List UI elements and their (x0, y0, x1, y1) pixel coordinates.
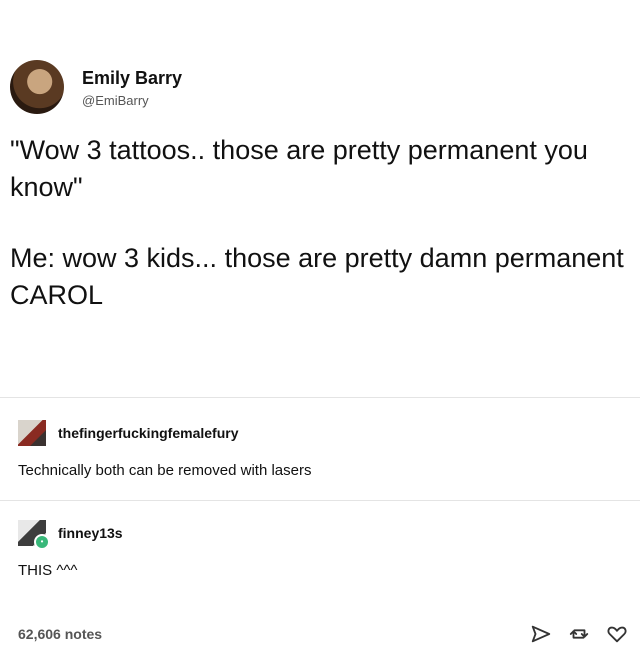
reblog-icon[interactable] (568, 623, 590, 645)
heart-icon[interactable] (606, 623, 628, 645)
notes-count[interactable]: 62,606 notes (18, 626, 102, 642)
avatar[interactable] (10, 60, 64, 114)
reblog-item: thefingerfuckingfemalefury Technically b… (18, 420, 311, 479)
handle[interactable]: @EmiBarry (82, 93, 182, 108)
tweet-text: "Wow 3 tattoos.. those are pretty perman… (10, 132, 635, 314)
tweet-text-line-2: Me: wow 3 kids... those are pretty damn … (10, 243, 624, 310)
reblog-username[interactable]: thefingerfuckingfemalefury (58, 425, 238, 441)
online-badge-icon: • (34, 534, 50, 550)
divider (0, 500, 640, 501)
reblog-body: Technically both can be removed with las… (18, 462, 312, 479)
avatar[interactable] (18, 420, 46, 446)
reblog-body: THIS ^^^ (18, 562, 78, 579)
avatar[interactable]: • (18, 520, 50, 550)
divider (0, 397, 640, 398)
tweet-author: Emily Barry @EmiBarry (82, 67, 182, 108)
reblog-header: • finney13s (18, 520, 123, 550)
display-name[interactable]: Emily Barry (82, 67, 182, 89)
post-footer: 62,606 notes (18, 623, 628, 645)
post-actions (530, 623, 628, 645)
reblog-header: thefingerfuckingfemalefury (18, 420, 311, 446)
tweet-header: Emily Barry @EmiBarry (10, 60, 182, 114)
reblog-item: • finney13s THIS ^^^ (18, 520, 123, 579)
share-icon[interactable] (530, 623, 552, 645)
tweet-text-line-1: "Wow 3 tattoos.. those are pretty perman… (10, 135, 588, 202)
reblog-username[interactable]: finney13s (58, 525, 123, 541)
